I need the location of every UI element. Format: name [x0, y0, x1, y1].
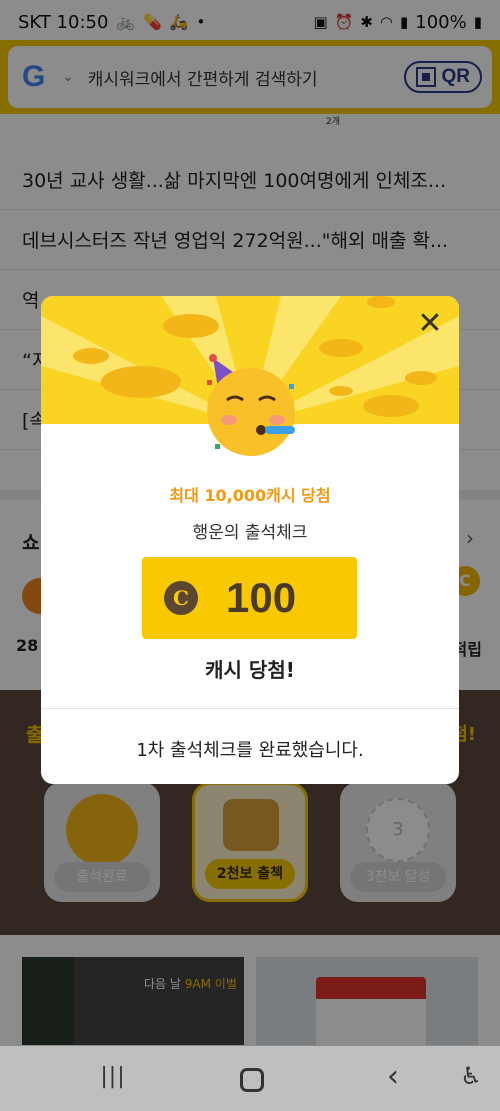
attendance-popup: ✕ 최대 10,000캐시 당첨 행운의 출석체크 C 100 캐시 당첨! 1… — [41, 296, 459, 784]
system-nav-bar: ||| ‹ ♿ — [0, 1046, 500, 1111]
divider — [41, 708, 459, 709]
back-button[interactable]: ‹ — [380, 1059, 406, 1094]
close-button[interactable]: ✕ — [415, 309, 445, 340]
cash-coin-icon: C — [164, 581, 198, 615]
win-text: 캐시 당첨! — [205, 658, 295, 682]
cash-reward-box: C 100 — [142, 557, 357, 639]
popup-title: 행운의 출석체크 — [192, 523, 308, 543]
party-face-icon — [207, 354, 295, 456]
accessibility-icon[interactable]: ♿ — [456, 1062, 486, 1092]
home-button[interactable] — [240, 1068, 264, 1092]
popup-subtitle: 최대 10,000캐시 당첨 — [169, 486, 331, 505]
recent-apps-button[interactable]: ||| — [96, 1064, 130, 1094]
cash-amount: 100 — [226, 574, 297, 621]
popup-footer: 1차 출석체크를 완료했습니다. — [136, 740, 364, 761]
